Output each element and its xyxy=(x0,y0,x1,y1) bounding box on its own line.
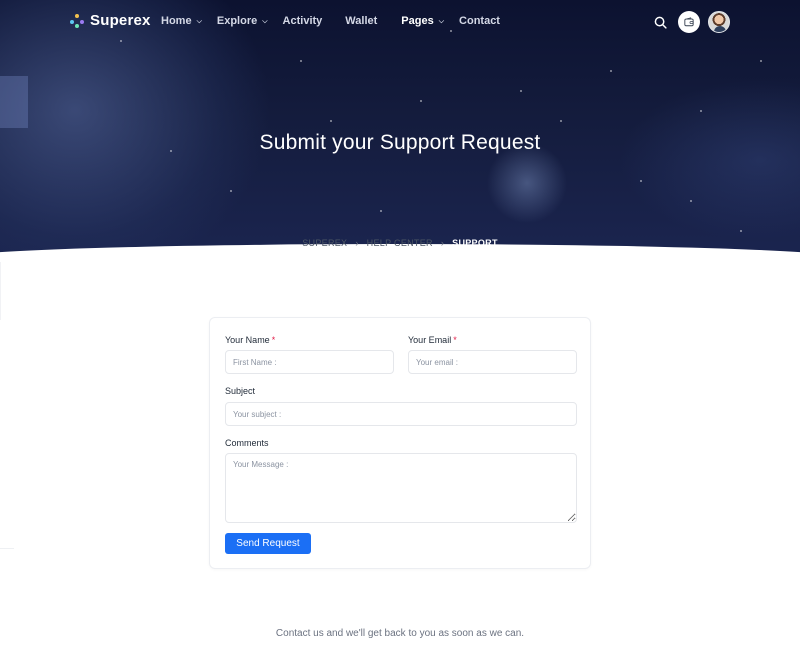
email-label: Your Email * xyxy=(408,335,457,345)
breadcrumb: SUPEREX › HELP CENTER › SUPPORT xyxy=(0,238,800,248)
required-marker: * xyxy=(271,335,276,345)
logo-icon xyxy=(70,13,84,28)
wallet-icon xyxy=(684,17,694,27)
subject-label: Subject xyxy=(225,386,256,396)
side-panel-tab xyxy=(0,76,28,128)
nav-item-wallet[interactable]: Wallet xyxy=(345,15,377,27)
nav-item-label: Home xyxy=(161,15,192,27)
user-avatar[interactable] xyxy=(708,11,730,33)
send-request-button[interactable]: Send Request xyxy=(225,533,311,554)
brand-name: Superex xyxy=(90,12,151,29)
message-textarea[interactable] xyxy=(225,453,577,523)
comments-label: Comments xyxy=(225,438,269,448)
search-icon xyxy=(654,16,667,29)
nav-actions xyxy=(650,11,730,33)
breadcrumb-item-help-center[interactable]: HELP CENTER xyxy=(367,238,433,248)
chevron-right-icon: › xyxy=(355,238,359,248)
subject-input[interactable] xyxy=(225,402,577,426)
chevron-down-icon: ⌵ xyxy=(262,17,268,25)
nav-item-label: Pages xyxy=(401,15,434,27)
chevron-down-icon: ⌵ xyxy=(196,17,202,25)
nav-item-explore[interactable]: Explore ⌵ xyxy=(217,15,268,27)
divider xyxy=(0,548,14,549)
support-request-form: Your Name* Your Email* Subject Comments … xyxy=(209,317,591,569)
brand-logo[interactable]: Superex xyxy=(70,12,151,29)
top-navbar: Superex Home ⌵ Explore ⌵ Activity Wallet… xyxy=(0,0,800,44)
email-input[interactable] xyxy=(408,350,577,374)
divider xyxy=(0,262,1,320)
page-title: Submit your Support Request xyxy=(259,131,541,154)
nav-item-label: Activity xyxy=(282,15,323,27)
chevron-down-icon: ⌵ xyxy=(438,17,445,25)
nav-item-label: Contact xyxy=(459,15,500,27)
nav-item-label: Wallet xyxy=(345,15,378,27)
nav-item-label: Explore xyxy=(216,15,258,27)
nav-item-activity[interactable]: Activity xyxy=(283,15,323,27)
breadcrumb-item-current: SUPPORT xyxy=(452,238,498,248)
chevron-right-icon: › xyxy=(440,238,445,248)
breadcrumb-item-home[interactable]: SUPEREX xyxy=(302,238,347,248)
email-label-text: Your Email xyxy=(408,335,452,345)
wallet-button[interactable] xyxy=(678,11,700,33)
search-button[interactable] xyxy=(650,12,670,32)
main-menu: Home ⌵ Explore ⌵ Activity Wallet Pages ⌵… xyxy=(161,15,500,27)
required-marker: * xyxy=(453,335,457,345)
first-name-input[interactable] xyxy=(225,350,394,374)
nav-item-pages[interactable]: Pages ⌵ xyxy=(401,15,444,27)
nav-item-contact[interactable]: Contact xyxy=(459,15,500,27)
name-label: Your Name * xyxy=(225,335,275,345)
contact-note: Contact us and we'll get back to you as … xyxy=(275,628,525,639)
nav-item-home[interactable]: Home ⌵ xyxy=(161,15,202,27)
name-label-text: Your Name xyxy=(225,335,270,345)
